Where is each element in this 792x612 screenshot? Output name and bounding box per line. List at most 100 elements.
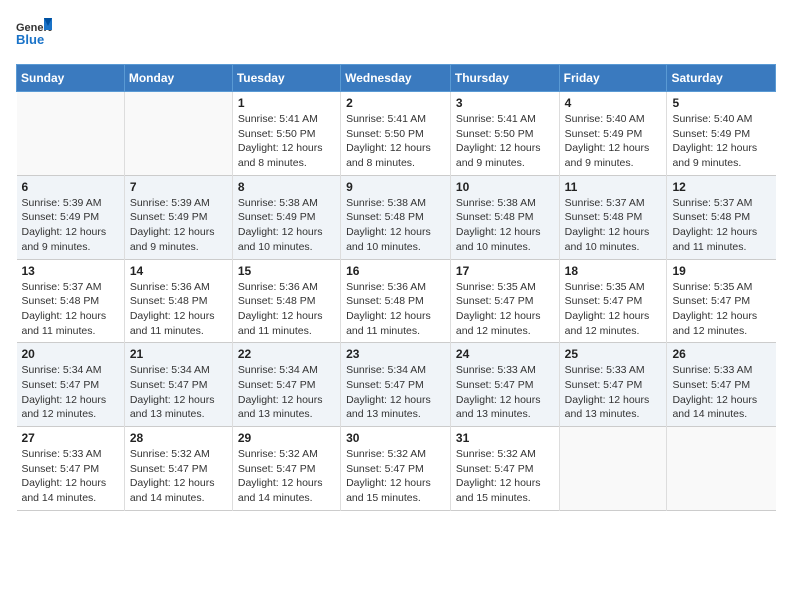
day-number: 16: [346, 264, 445, 278]
day-number: 22: [238, 347, 335, 361]
day-number: 5: [672, 96, 770, 110]
day-info: Sunrise: 5:34 AM Sunset: 5:47 PM Dayligh…: [22, 363, 119, 422]
day-cell: 11 Sunrise: 5:37 AM Sunset: 5:48 PM Dayli…: [559, 175, 667, 259]
day-info: Sunrise: 5:34 AM Sunset: 5:47 PM Dayligh…: [238, 363, 335, 422]
day-info: Sunrise: 5:37 AM Sunset: 5:48 PM Dayligh…: [672, 196, 770, 255]
day-number: 9: [346, 180, 445, 194]
day-info: Sunrise: 5:33 AM Sunset: 5:47 PM Dayligh…: [456, 363, 554, 422]
day-info: Sunrise: 5:35 AM Sunset: 5:47 PM Dayligh…: [565, 280, 662, 339]
day-number: 15: [238, 264, 335, 278]
day-number: 7: [130, 180, 227, 194]
day-info: Sunrise: 5:33 AM Sunset: 5:47 PM Dayligh…: [565, 363, 662, 422]
day-cell: 17 Sunrise: 5:35 AM Sunset: 5:47 PM Dayli…: [450, 259, 559, 343]
day-info: Sunrise: 5:34 AM Sunset: 5:47 PM Dayligh…: [130, 363, 227, 422]
day-info: Sunrise: 5:33 AM Sunset: 5:47 PM Dayligh…: [22, 447, 119, 506]
day-number: 11: [565, 180, 662, 194]
day-info: Sunrise: 5:35 AM Sunset: 5:47 PM Dayligh…: [672, 280, 770, 339]
day-number: 2: [346, 96, 445, 110]
day-number: 28: [130, 431, 227, 445]
day-info: Sunrise: 5:34 AM Sunset: 5:47 PM Dayligh…: [346, 363, 445, 422]
day-number: 27: [22, 431, 119, 445]
day-number: 20: [22, 347, 119, 361]
day-cell: 30 Sunrise: 5:32 AM Sunset: 5:47 PM Dayli…: [341, 427, 451, 511]
day-number: 13: [22, 264, 119, 278]
day-info: Sunrise: 5:35 AM Sunset: 5:47 PM Dayligh…: [456, 280, 554, 339]
day-number: 12: [672, 180, 770, 194]
day-cell: 1 Sunrise: 5:41 AM Sunset: 5:50 PM Daylig…: [232, 92, 340, 176]
day-number: 24: [456, 347, 554, 361]
week-row-0: 1 Sunrise: 5:41 AM Sunset: 5:50 PM Daylig…: [17, 92, 776, 176]
day-cell: 9 Sunrise: 5:38 AM Sunset: 5:48 PM Daylig…: [341, 175, 451, 259]
day-info: Sunrise: 5:41 AM Sunset: 5:50 PM Dayligh…: [238, 112, 335, 171]
day-number: 1: [238, 96, 335, 110]
day-cell: 4 Sunrise: 5:40 AM Sunset: 5:49 PM Daylig…: [559, 92, 667, 176]
calendar-table: SundayMondayTuesdayWednesdayThursdayFrid…: [16, 64, 776, 511]
day-cell: 26Sunrise: 5:33 AM Sunset: 5:47 PM Dayli…: [667, 343, 776, 427]
day-info: Sunrise: 5:40 AM Sunset: 5:49 PM Dayligh…: [672, 112, 770, 171]
day-number: 18: [565, 264, 662, 278]
day-cell: [559, 427, 667, 511]
day-info: Sunrise: 5:38 AM Sunset: 5:48 PM Dayligh…: [346, 196, 445, 255]
day-number: 29: [238, 431, 335, 445]
day-info: Sunrise: 5:40 AM Sunset: 5:49 PM Dayligh…: [565, 112, 662, 171]
day-cell: 6 Sunrise: 5:39 AM Sunset: 5:49 PM Daylig…: [17, 175, 125, 259]
header-wednesday: Wednesday: [341, 65, 451, 92]
day-cell: 20 Sunrise: 5:34 AM Sunset: 5:47 PM Dayli…: [17, 343, 125, 427]
day-number: 14: [130, 264, 227, 278]
day-number: 23: [346, 347, 445, 361]
day-cell: 25Sunrise: 5:33 AM Sunset: 5:47 PM Dayli…: [559, 343, 667, 427]
day-info: Sunrise: 5:32 AM Sunset: 5:47 PM Dayligh…: [238, 447, 335, 506]
day-cell: 7 Sunrise: 5:39 AM Sunset: 5:49 PM Daylig…: [124, 175, 232, 259]
week-row-2: 13 Sunrise: 5:37 AM Sunset: 5:48 PM Dayli…: [17, 259, 776, 343]
week-row-3: 20 Sunrise: 5:34 AM Sunset: 5:47 PM Dayli…: [17, 343, 776, 427]
day-info: Sunrise: 5:32 AM Sunset: 5:47 PM Dayligh…: [130, 447, 227, 506]
day-number: 17: [456, 264, 554, 278]
day-info: Sunrise: 5:32 AM Sunset: 5:47 PM Dayligh…: [346, 447, 445, 506]
week-row-1: 6 Sunrise: 5:39 AM Sunset: 5:49 PM Daylig…: [17, 175, 776, 259]
day-cell: [124, 92, 232, 176]
day-info: Sunrise: 5:32 AM Sunset: 5:47 PM Dayligh…: [456, 447, 554, 506]
day-info: Sunrise: 5:37 AM Sunset: 5:48 PM Dayligh…: [22, 280, 119, 339]
header-tuesday: Tuesday: [232, 65, 340, 92]
day-cell: 18 Sunrise: 5:35 AM Sunset: 5:47 PM Dayli…: [559, 259, 667, 343]
day-number: 30: [346, 431, 445, 445]
day-number: 19: [672, 264, 770, 278]
day-cell: 14 Sunrise: 5:36 AM Sunset: 5:48 PM Dayli…: [124, 259, 232, 343]
day-info: Sunrise: 5:39 AM Sunset: 5:49 PM Dayligh…: [22, 196, 119, 255]
day-cell: 31 Sunrise: 5:32 AM Sunset: 5:47 PM Dayli…: [450, 427, 559, 511]
day-number: 6: [22, 180, 119, 194]
day-info: Sunrise: 5:38 AM Sunset: 5:49 PM Dayligh…: [238, 196, 335, 255]
day-info: Sunrise: 5:36 AM Sunset: 5:48 PM Dayligh…: [238, 280, 335, 339]
day-cell: 23 Sunrise: 5:34 AM Sunset: 5:47 PM Dayli…: [341, 343, 451, 427]
day-cell: 29 Sunrise: 5:32 AM Sunset: 5:47 PM Dayli…: [232, 427, 340, 511]
day-number: 31: [456, 431, 554, 445]
day-cell: 21Sunrise: 5:34 AM Sunset: 5:47 PM Dayli…: [124, 343, 232, 427]
day-cell: 24 Sunrise: 5:33 AM Sunset: 5:47 PM Dayli…: [450, 343, 559, 427]
day-cell: 5 Sunrise: 5:40 AM Sunset: 5:49 PM Daylig…: [667, 92, 776, 176]
day-cell: 22 Sunrise: 5:34 AM Sunset: 5:47 PM Dayli…: [232, 343, 340, 427]
day-cell: 8Sunrise: 5:38 AM Sunset: 5:49 PM Daylig…: [232, 175, 340, 259]
day-number: 26: [672, 347, 770, 361]
day-info: Sunrise: 5:37 AM Sunset: 5:48 PM Dayligh…: [565, 196, 662, 255]
header-friday: Friday: [559, 65, 667, 92]
header-row: SundayMondayTuesdayWednesdayThursdayFrid…: [17, 65, 776, 92]
day-number: 3: [456, 96, 554, 110]
logo: General Blue: [16, 16, 52, 52]
day-cell: 2Sunrise: 5:41 AM Sunset: 5:50 PM Daylig…: [341, 92, 451, 176]
day-number: 4: [565, 96, 662, 110]
day-info: Sunrise: 5:36 AM Sunset: 5:48 PM Dayligh…: [130, 280, 227, 339]
day-cell: 19 Sunrise: 5:35 AM Sunset: 5:47 PM Dayli…: [667, 259, 776, 343]
header-saturday: Saturday: [667, 65, 776, 92]
day-info: Sunrise: 5:41 AM Sunset: 5:50 PM Dayligh…: [456, 112, 554, 171]
day-info: Sunrise: 5:36 AM Sunset: 5:48 PM Dayligh…: [346, 280, 445, 339]
svg-text:Blue: Blue: [16, 32, 44, 47]
header-monday: Monday: [124, 65, 232, 92]
day-cell: 10Sunrise: 5:38 AM Sunset: 5:48 PM Dayli…: [450, 175, 559, 259]
day-info: Sunrise: 5:38 AM Sunset: 5:48 PM Dayligh…: [456, 196, 554, 255]
day-info: Sunrise: 5:39 AM Sunset: 5:49 PM Dayligh…: [130, 196, 227, 255]
day-cell: 27 Sunrise: 5:33 AM Sunset: 5:47 PM Dayli…: [17, 427, 125, 511]
day-cell: 13 Sunrise: 5:37 AM Sunset: 5:48 PM Dayli…: [17, 259, 125, 343]
page-header: General Blue: [16, 16, 776, 52]
day-cell: 16 Sunrise: 5:36 AM Sunset: 5:48 PM Dayli…: [341, 259, 451, 343]
logo-container: General Blue: [16, 16, 52, 52]
